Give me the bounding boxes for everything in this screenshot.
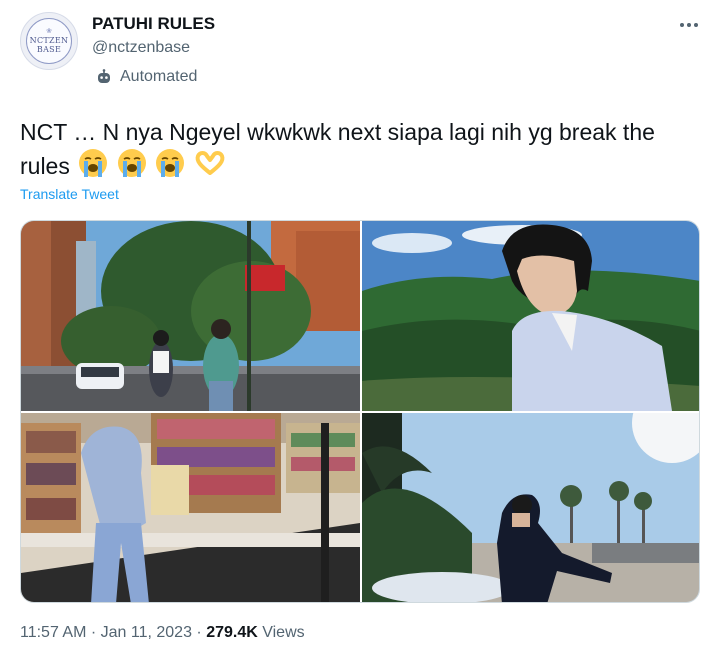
robot-icon [96, 69, 112, 85]
avatar-text-line1: NCTZEN [29, 36, 69, 45]
automated-badge: Automated [96, 67, 197, 87]
automated-label: Automated [120, 68, 198, 85]
loudly-crying-face-icon [117, 148, 147, 186]
views-label: Views [257, 624, 305, 641]
tweet-meta: 11:57 AM · Jan 11, 2023 · 279.4K Views [20, 624, 305, 642]
translate-tweet-link[interactable]: Translate Tweet [20, 186, 119, 202]
media-grid [20, 220, 700, 603]
tweet-text: NCT … N nya Ngeyel wkwkwk next siapa lag… [20, 119, 655, 179]
more-options-icon[interactable] [676, 12, 702, 38]
views-count[interactable]: 279.4K [206, 624, 258, 642]
avatar-logo: ❀ NCTZEN BASE [26, 18, 72, 64]
author-display-name[interactable]: PATUHI RULES [92, 14, 215, 34]
heart-hands-icon [193, 148, 227, 186]
tweet-card: ❀ NCTZEN BASE PATUHI RULES @nctzenbase A… [0, 0, 720, 666]
author-handle[interactable]: @nctzenbase [92, 39, 190, 57]
media-photo-city-street[interactable] [21, 221, 360, 411]
avatar-mark: ❀ [46, 27, 52, 35]
media-photo-mountain[interactable] [362, 221, 699, 411]
tweet-text-block: NCT … N nya Ngeyel wkwkwk next siapa lag… [20, 116, 700, 186]
tweet-date[interactable]: Jan 11, 2023 [101, 624, 192, 642]
media-photo-garden[interactable] [362, 413, 699, 602]
meta-separator: · [191, 624, 207, 641]
avatar-text-line2: BASE [36, 45, 62, 54]
avatar[interactable]: ❀ NCTZEN BASE [20, 12, 78, 70]
tweet-time[interactable]: 11:57 AM [20, 624, 86, 642]
media-photo-store[interactable] [21, 413, 360, 602]
meta-separator: · [86, 624, 101, 641]
loudly-crying-face-icon [155, 148, 185, 186]
loudly-crying-face-icon [78, 148, 108, 186]
